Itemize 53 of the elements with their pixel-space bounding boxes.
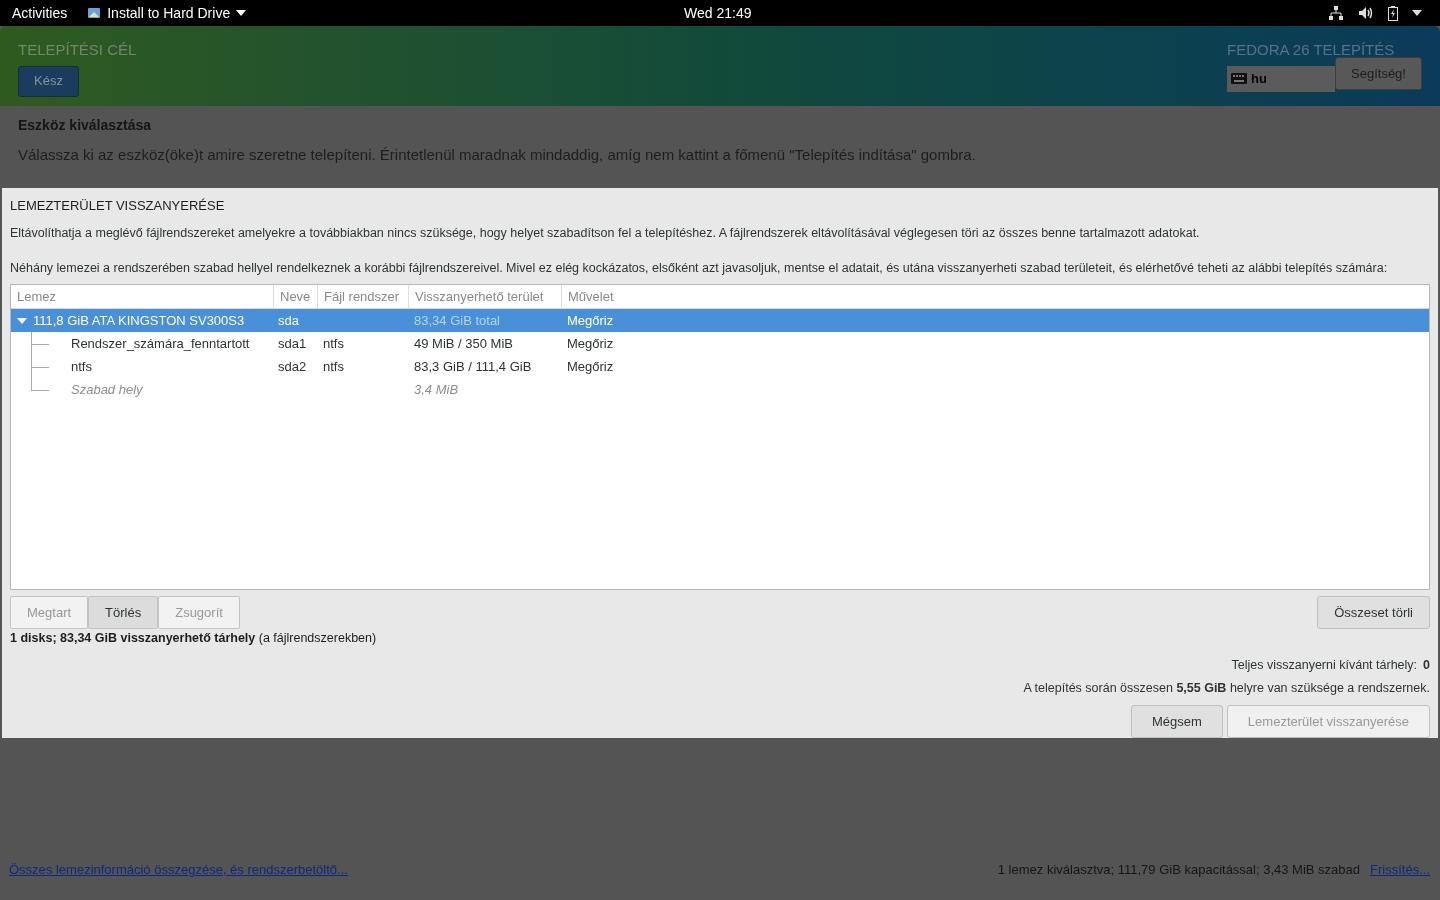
delete-all-button[interactable]: Összeset törli xyxy=(1317,595,1430,629)
volume-icon[interactable] xyxy=(1358,6,1374,20)
installer-icon xyxy=(87,6,102,20)
column-header[interactable]: Lemez xyxy=(11,285,273,308)
column-header[interactable]: Művelet xyxy=(561,285,1429,308)
keyboard-icon xyxy=(1231,73,1247,84)
filesystem-type: ntfs xyxy=(323,358,344,374)
device-name: sda xyxy=(278,312,299,328)
caret-icon[interactable] xyxy=(1412,10,1422,16)
reclaimable-space: 83,3 GiB / 111,4 GiB xyxy=(414,358,532,374)
dialog-button[interactable]: Mégsem xyxy=(1131,705,1223,738)
reclaimable-space: 49 MiB / 350 MiB xyxy=(414,335,513,351)
required-space-note: A telepítés során összesen 5,55 GiB helyre van szüksége a rendszernek. xyxy=(1023,680,1430,698)
reclaimable-space: 83,34 GiB total xyxy=(414,312,500,328)
total-reclaim-label: Teljes visszanyerni kívánt tárhely: xyxy=(1231,656,1418,674)
dialog-paragraph: Néhány lemezei a rendszerében szabad hellyel rendelkeznek a korábbi fájlrendszereivel. Mivel ez elég kockázatos, elsőként azt javasoljuk, mentse el adatait, és utána visszanyerheti szabad területeit, és elérhetővé teheti az alábbi telepítés számára: xyxy=(10,260,1389,278)
total-reclaim-value: 0 xyxy=(1423,656,1430,674)
caret-icon xyxy=(236,10,247,16)
column-header[interactable]: Fájl rendszer xyxy=(317,285,408,308)
help-button[interactable]: Segítség! xyxy=(1335,57,1422,90)
disk-name: 111,8 GiB ATA KINGSTON SV300S3 xyxy=(33,311,245,330)
reclaimable-space: 3,4 MiB xyxy=(414,381,459,397)
partition-row[interactable]: Rendszer_számára_fenntartott sda1 ntfs 49 MiB / 350 MiB Megőriz xyxy=(11,332,1429,355)
clock[interactable]: Wed 21:49 xyxy=(684,2,752,24)
free-space-row[interactable]: Szabad hely 3,4 MiB xyxy=(11,378,1429,401)
section-heading: Eszköz kiválasztása xyxy=(18,116,153,135)
column-header[interactable]: Visszanyerhető terület xyxy=(408,285,561,308)
product-title: FEDORA 26 TELEPÍTÉS xyxy=(1227,40,1395,60)
battery-icon[interactable] xyxy=(1388,5,1398,21)
done-button[interactable]: Kész xyxy=(18,65,79,97)
device-name: sda2 xyxy=(278,358,307,374)
app-menu[interactable]: Install to Hard Drive xyxy=(107,2,231,24)
action-value: Megőriz xyxy=(567,335,614,351)
column-header[interactable]: Neve xyxy=(273,285,317,308)
dialog-title: LEMEZTERÜLET VISSZANYERÉSE xyxy=(10,197,226,215)
partition-action-button[interactable]: Törlés xyxy=(88,595,159,629)
activities-button[interactable]: Activities xyxy=(12,2,68,24)
free-space-label: Szabad hely xyxy=(71,380,143,399)
partition-row[interactable]: ntfs sda2 ntfs 83,3 GiB / 111,4 GiB Megőriz xyxy=(11,355,1429,378)
keyboard-layout-field[interactable]: hu xyxy=(1227,65,1335,92)
selection-status: 1 lemez kiválasztva; 111,79 GiB kapacitással; 3,43 MiB szabad xyxy=(997,861,1361,879)
action-value: Megőriz xyxy=(567,358,614,374)
dialog-paragraph: Eltávolíthatja a meglévő fájlrendszereket amelyekre a továbbiakban nincs szüksége, hogy helyet szabadítson fel a telepítéshez. A fájlrendszerek eltávolításával véglegesen töri az összes benne tartalmazott adatokat. xyxy=(10,224,1201,242)
disk-row[interactable]: 111,8 GiB ATA KINGSTON SV300S3 sda 83,34 GiB total Megőriz xyxy=(11,309,1429,332)
device-name: sda1 xyxy=(278,335,307,351)
filesystem-type: ntfs xyxy=(323,335,344,351)
partition-name: ntfs xyxy=(71,357,92,376)
network-icon[interactable] xyxy=(1328,6,1344,20)
reclaimable-summary: 1 disks; 83,34 GiB visszanyerhető tárhely (a fájlrendszerekben) xyxy=(10,629,378,647)
action-value: Megőriz xyxy=(567,312,614,328)
expander-icon[interactable] xyxy=(17,315,27,326)
spoke-title: TELEPÍTÉSI CÉL xyxy=(18,40,137,60)
partition-name: Rendszer_számára_fenntartott xyxy=(71,334,250,353)
